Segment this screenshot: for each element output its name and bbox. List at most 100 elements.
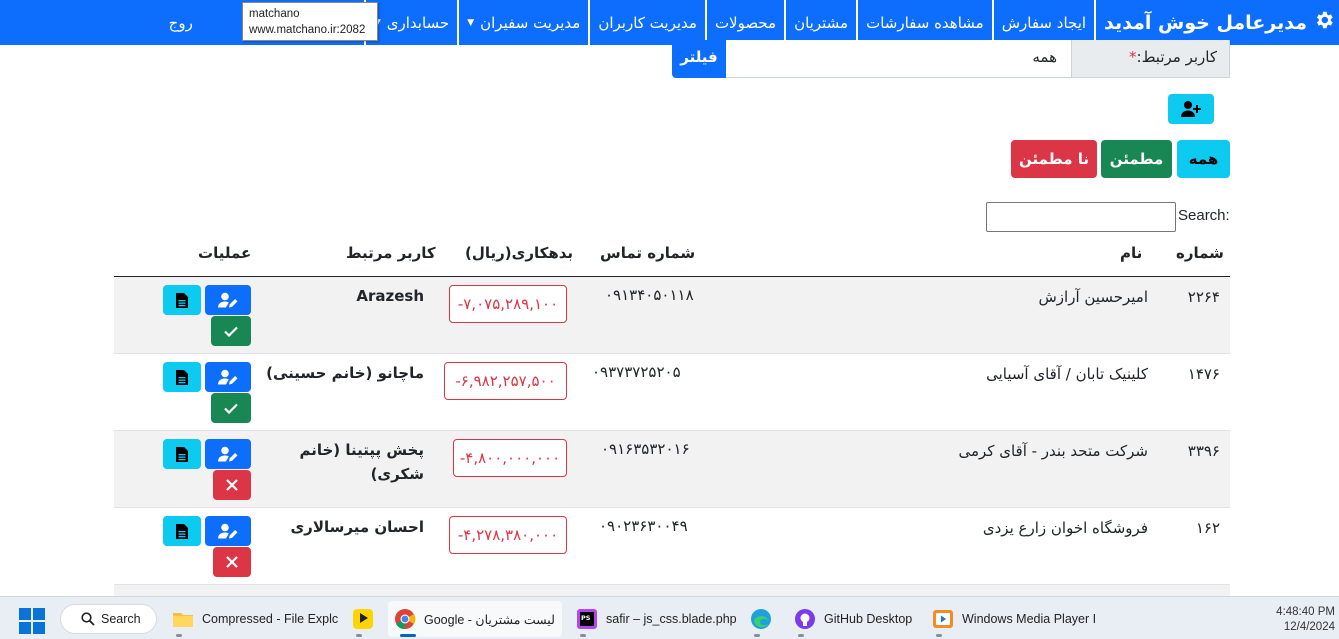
edit-user-button[interactable] xyxy=(205,285,251,315)
row-number: ۲۲۶۴ xyxy=(1187,288,1220,306)
document-icon xyxy=(176,369,188,385)
user-plus-icon xyxy=(1181,101,1201,117)
table-row: ۲۲۶۴ امیرحسین آرازش ۰۹۱۳۴۰۵۰۱۱۸ -۷,۰۷۵,۲… xyxy=(114,277,1230,354)
nav-products[interactable]: محصولات xyxy=(704,0,784,45)
chrome-icon xyxy=(395,609,416,630)
nav-user-management[interactable]: مدیریت کاربران xyxy=(588,0,705,45)
clock-time: 4:48:40 PM xyxy=(1276,606,1335,618)
edit-user-button[interactable] xyxy=(205,516,251,546)
nav-customers[interactable]: مشتریان xyxy=(784,0,856,45)
check-icon xyxy=(224,403,238,414)
taskbar-app-label: safir – js_css.blade.php xyxy=(606,612,737,626)
user-edit-icon xyxy=(218,523,238,539)
document-button[interactable] xyxy=(163,516,201,546)
filter-all-button[interactable]: همه xyxy=(1177,140,1230,178)
taskbar-clock[interactable]: 4:48:40 PM 12/4/2024 xyxy=(1276,605,1335,635)
windows-start-icon[interactable] xyxy=(19,608,45,634)
close-icon xyxy=(226,479,238,491)
search-input[interactable] xyxy=(986,202,1176,232)
svg-text:PS: PS xyxy=(581,614,591,622)
search-label: Search: xyxy=(1178,207,1230,224)
check-icon xyxy=(224,326,238,337)
brand[interactable]: مدیرعامل خوش آمدید xyxy=(1096,0,1339,45)
row-name: شرکت متحد بندر - آقای کرمی xyxy=(958,442,1148,460)
taskbar-app-label: Windows Media Player I xyxy=(962,612,1097,626)
user-edit-icon xyxy=(218,369,238,385)
mark-trusted-button[interactable] xyxy=(211,393,251,423)
header-debt: بدهکاری(ریال) xyxy=(465,244,574,262)
tooltip-title: matchano xyxy=(249,8,300,20)
table-row: ۱۶۲ فروشگاه اخوان زارع یزدی ۰۹۰۲۳۶۳۰۰۴۹ … xyxy=(114,508,1230,585)
taskbar-kmplayer[interactable] xyxy=(346,601,380,637)
row-phone: ۰۹۰۲۳۶۳۰۰۴۹ xyxy=(599,517,688,535)
taskbar-file-explorer[interactable]: Compressed - File Explc xyxy=(166,601,344,637)
close-icon xyxy=(226,556,238,568)
media-player-icon xyxy=(933,610,953,628)
taskbar-media-player[interactable]: Windows Media Player I xyxy=(926,601,1102,637)
filter-button[interactable]: فیلتر xyxy=(672,40,726,78)
taskbar-chrome[interactable]: Google - لیست مشتریان xyxy=(388,601,562,637)
link-tooltip: matchano www.matchano.ir:2082 xyxy=(242,2,378,41)
related-user-select[interactable]: همه xyxy=(725,40,1071,78)
taskbar-app-label: Google - لیست مشتریان xyxy=(424,612,555,627)
document-button[interactable] xyxy=(163,439,201,469)
taskbar-search-label: Search xyxy=(101,612,141,626)
filter-trusted-button[interactable]: مطمئن xyxy=(1101,140,1172,178)
document-button[interactable] xyxy=(163,285,201,315)
tooltip-url: www.matchano.ir:2082 xyxy=(249,24,366,36)
document-icon xyxy=(176,292,188,308)
gear-icon xyxy=(1313,9,1335,36)
row-name: امیرحسین آرازش xyxy=(1038,288,1148,306)
filter-untrusted-button[interactable]: نا مطمئن xyxy=(1011,140,1097,178)
document-button[interactable] xyxy=(163,362,201,392)
row-name: فروشگاه اخوان زارع یزدی xyxy=(982,519,1148,537)
taskbar-github-desktop[interactable]: GitHub Desktop xyxy=(788,601,918,637)
header-related-user: کاربر مرتبط xyxy=(346,244,436,262)
clock-date: 12/4/2024 xyxy=(1283,621,1335,633)
brand-text: مدیرعامل خوش آمدید xyxy=(1104,11,1307,34)
add-user-button[interactable] xyxy=(1168,94,1214,124)
row-number: ۳۳۹۶ xyxy=(1187,442,1220,460)
row-related-user: احسان میرسالاری xyxy=(290,518,424,536)
document-icon xyxy=(176,523,188,539)
top-navbar: مدیرعامل خوش آمدید ایجاد سفارش مشاهده سف… xyxy=(0,0,1339,45)
windows-taskbar: Search Compressed - File Explc Google - … xyxy=(0,596,1339,639)
filter-label-text: کاربر مرتبط: xyxy=(1136,48,1217,66)
edit-user-button[interactable] xyxy=(205,439,251,469)
header-number: شماره xyxy=(1176,244,1224,262)
row-phone: ۰۹۱۳۴۰۵۰۱۱۸ xyxy=(605,286,694,304)
header-name: نام xyxy=(1120,244,1143,262)
taskbar-search[interactable]: Search xyxy=(60,604,157,634)
document-icon xyxy=(176,446,188,462)
nav-ambassador-management[interactable]: مدیریت سفیران ▼ xyxy=(457,0,588,45)
search-icon xyxy=(81,612,95,626)
kmplayer-icon xyxy=(353,609,373,629)
taskbar-phpstorm[interactable]: PS safir – js_css.blade.php xyxy=(570,601,743,637)
nav-view-orders[interactable]: مشاهده سفارشات xyxy=(856,0,992,45)
row-name: کلینیک تابان / آقای آسیایی xyxy=(986,365,1148,383)
mark-trusted-button[interactable] xyxy=(211,316,251,346)
chevron-down-icon: ▼ xyxy=(467,17,475,28)
browser-page: مدیرعامل خوش آمدید ایجاد سفارش مشاهده سف… xyxy=(0,0,1339,639)
phpstorm-icon: PS xyxy=(577,609,597,629)
taskbar-edge[interactable] xyxy=(744,601,778,637)
edge-icon xyxy=(751,609,771,629)
row-debt: -۴,۸۰۰,۰۰۰,۰۰۰ xyxy=(453,439,567,477)
required-mark: * xyxy=(1129,48,1137,66)
nav-logout[interactable]: روج xyxy=(161,0,199,45)
row-debt: -۴,۲۷۸,۳۸۰,۰۰۰ xyxy=(449,516,567,554)
row-related-user: ماچانو (خانم حسینی) xyxy=(266,364,424,382)
table-row-partial xyxy=(114,584,1230,596)
row-related-user: پخش پپتینا (خانم شکری) xyxy=(299,441,424,483)
mark-untrusted-button[interactable] xyxy=(213,547,251,577)
row-phone: ۰۹۳۷۳۷۲۵۲۰۵ xyxy=(592,363,681,381)
header-operations: عملیات xyxy=(198,244,252,262)
edit-user-button[interactable] xyxy=(205,362,251,392)
mark-untrusted-button[interactable] xyxy=(213,470,251,500)
row-number: ۱۶۲ xyxy=(1195,519,1220,537)
nav-create-order[interactable]: ایجاد سفارش xyxy=(991,0,1097,45)
taskbar-app-label: Compressed - File Explc xyxy=(202,612,339,626)
row-number: ۱۴۷۶ xyxy=(1187,365,1220,383)
table-row: ۱۴۷۶ کلینیک تابان / آقای آسیایی ۰۹۳۷۳۷۲۵… xyxy=(114,354,1230,431)
row-debt: -۶,۹۸۲,۲۵۷,۵۰۰ xyxy=(444,362,567,400)
